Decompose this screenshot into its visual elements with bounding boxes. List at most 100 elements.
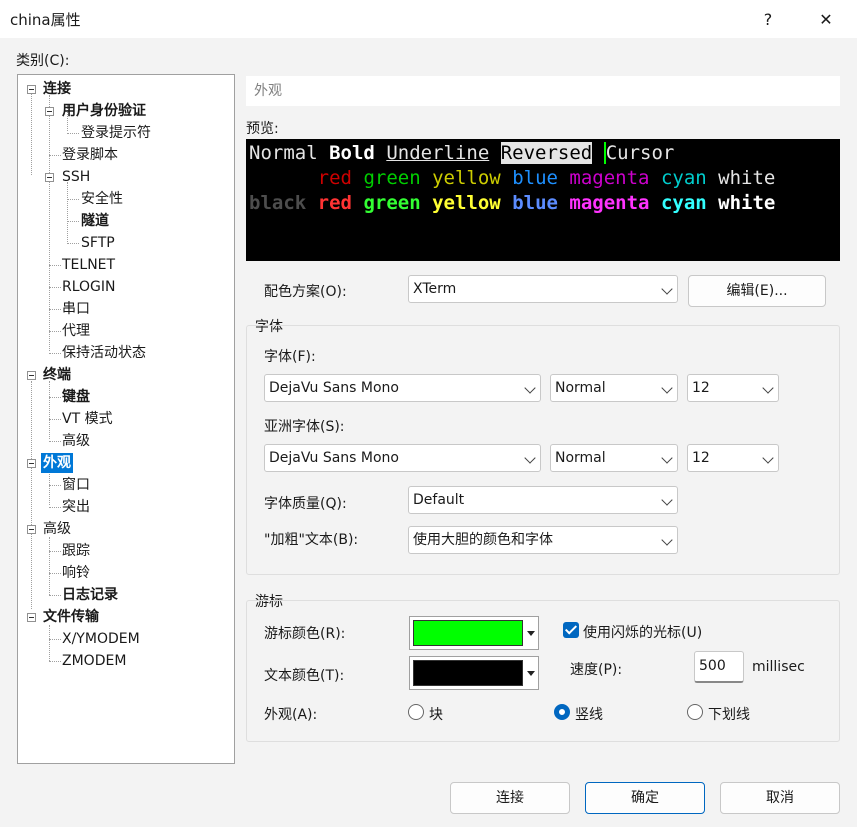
preview-line-styles: Normal Bold Underline Reversed Cursor bbox=[249, 141, 837, 166]
tree-item-highlight[interactable]: 突出 bbox=[62, 497, 90, 517]
cursor-color-picker[interactable] bbox=[409, 616, 539, 650]
tree-item-rlogin[interactable]: RLOGIN bbox=[62, 277, 116, 297]
asian-font-value: DejaVu Sans Mono bbox=[269, 450, 399, 466]
tree-item-login-script[interactable]: 登录脚本 bbox=[62, 145, 118, 165]
bold-text-value: 使用大胆的颜色和字体 bbox=[413, 532, 553, 548]
preview-bold: Bold bbox=[329, 142, 375, 164]
section-title: 外观 bbox=[246, 76, 840, 106]
collapse-icon[interactable] bbox=[27, 525, 36, 534]
category-tree[interactable]: 连接 用户身份验证 登录提示符 登录脚本 SSH 安全性 隧道 SFTP TEL… bbox=[17, 74, 235, 764]
edit-scheme-button[interactable]: 编辑(E)... bbox=[688, 275, 826, 307]
text-color-label: 文本颜色(T): bbox=[264, 668, 345, 684]
preview-color-green: green bbox=[363, 167, 421, 189]
asian-font-size-value: 12 bbox=[692, 450, 710, 466]
tree-item-bell[interactable]: 响铃 bbox=[62, 563, 90, 583]
font-label: 字体(F): bbox=[264, 349, 316, 365]
tree-item-connection[interactable]: 连接 bbox=[43, 79, 71, 99]
tree-item-keyboard[interactable]: 键盘 bbox=[62, 387, 90, 407]
asian-font-style-value: Normal bbox=[555, 450, 606, 466]
radio-underline-label: 下划线 bbox=[708, 707, 750, 723]
font-style-select[interactable]: Normal bbox=[550, 374, 678, 402]
preview-color-red: red bbox=[317, 167, 352, 189]
terminal-preview: Normal Bold Underline Reversed Cursor bl… bbox=[246, 139, 840, 261]
speed-input[interactable]: 500 bbox=[694, 651, 744, 683]
tree-item-terminal[interactable]: 终端 bbox=[43, 365, 71, 385]
color-scheme-select[interactable]: XTerm bbox=[408, 275, 678, 303]
ok-button[interactable]: 确定 bbox=[585, 782, 705, 814]
preview-cursor: Cursor bbox=[603, 142, 675, 164]
bold-text-select[interactable]: 使用大胆的颜色和字体 bbox=[408, 526, 678, 554]
text-color-picker[interactable] bbox=[409, 656, 539, 690]
tree-item-proxy[interactable]: 代理 bbox=[62, 321, 90, 341]
preview-underline: Underline bbox=[386, 142, 490, 164]
dropdown-arrow-icon bbox=[527, 631, 535, 636]
font-value: DejaVu Sans Mono bbox=[269, 380, 399, 396]
asian-font-style-select[interactable]: Normal bbox=[550, 444, 678, 472]
asian-font-size-select[interactable]: 12 bbox=[687, 444, 779, 472]
font-size-select[interactable]: 12 bbox=[687, 374, 779, 402]
tree-item-security[interactable]: 安全性 bbox=[81, 189, 123, 209]
preview-color-black: black bbox=[249, 167, 307, 189]
font-select[interactable]: DejaVu Sans Mono bbox=[264, 374, 541, 402]
color-scheme-label: 配色方案(O): bbox=[264, 284, 347, 300]
font-quality-value: Default bbox=[413, 492, 465, 508]
collapse-icon[interactable] bbox=[27, 613, 36, 622]
chevron-down-icon bbox=[524, 452, 536, 464]
radio-block-label: 块 bbox=[429, 707, 443, 723]
close-icon: ✕ bbox=[819, 9, 833, 29]
preview-line-bold-colors: black red green yellow blue magenta cyan… bbox=[249, 191, 837, 216]
text-color-swatch bbox=[413, 660, 523, 686]
font-size-value: 12 bbox=[692, 380, 710, 396]
preview-normal: Normal bbox=[249, 142, 318, 164]
window-title: china属性 bbox=[10, 11, 81, 29]
tree-item-auth[interactable]: 用户身份验证 bbox=[62, 101, 146, 121]
tree-item-sftp[interactable]: SFTP bbox=[81, 233, 115, 253]
chevron-down-icon bbox=[661, 452, 673, 464]
tree-item-serial[interactable]: 串口 bbox=[62, 299, 90, 319]
cancel-button[interactable]: 取消 bbox=[720, 782, 840, 814]
tree-item-login-prompt[interactable]: 登录提示符 bbox=[81, 123, 151, 143]
preview-bold-cyan: cyan bbox=[660, 192, 707, 214]
font-quality-select[interactable]: Default bbox=[408, 486, 678, 514]
collapse-icon[interactable] bbox=[27, 85, 36, 94]
tree-item-keepalive[interactable]: 保持活动状态 bbox=[62, 343, 146, 363]
tree-item-appearance[interactable]: 外观 bbox=[41, 453, 73, 473]
asian-font-select[interactable]: DejaVu Sans Mono bbox=[264, 444, 541, 472]
preview-bold-magenta: magenta bbox=[569, 192, 650, 214]
tree-item-zmodem[interactable]: ZMODEM bbox=[62, 651, 126, 671]
blink-checkbox[interactable] bbox=[563, 622, 579, 638]
tree-item-logging[interactable]: 日志记录 bbox=[62, 585, 118, 605]
tree-item-file-transfer[interactable]: 文件传输 bbox=[43, 607, 99, 627]
tree-item-xymodem[interactable]: X/YMODEM bbox=[62, 629, 140, 649]
tree-item-vt-mode[interactable]: VT 模式 bbox=[62, 409, 113, 429]
preview-bold-blue: blue bbox=[512, 192, 558, 214]
tree-item-window[interactable]: 窗口 bbox=[62, 475, 90, 495]
tree-item-advanced[interactable]: 高级 bbox=[43, 519, 71, 539]
preview-line-normal-colors: black red green yellow blue magenta cyan… bbox=[249, 166, 837, 191]
preview-label: 预览: bbox=[246, 121, 279, 137]
collapse-icon[interactable] bbox=[45, 173, 54, 182]
asian-font-label: 亚洲字体(S): bbox=[264, 419, 345, 435]
tree-item-tunnel[interactable]: 隧道 bbox=[81, 211, 109, 231]
collapse-icon[interactable] bbox=[27, 371, 36, 380]
connect-button[interactable]: 连接 bbox=[450, 782, 570, 814]
tree-item-telnet[interactable]: TELNET bbox=[62, 255, 115, 275]
chevron-down-icon bbox=[762, 452, 774, 464]
cursor-color-swatch bbox=[413, 620, 523, 646]
bold-text-label: "加粗"文本(B): bbox=[264, 532, 359, 548]
radio-vertical-bar[interactable] bbox=[554, 704, 570, 720]
cursor-appearance-label: 外观(A): bbox=[264, 707, 318, 723]
radio-block[interactable] bbox=[408, 704, 424, 720]
dropdown-arrow-icon bbox=[527, 671, 535, 676]
collapse-icon[interactable] bbox=[45, 107, 54, 116]
preview-color-cyan: cyan bbox=[660, 167, 707, 189]
category-label: 类别(C): bbox=[16, 53, 70, 69]
tree-item-trace[interactable]: 跟踪 bbox=[62, 541, 90, 561]
help-button[interactable]: ? bbox=[745, 0, 791, 38]
radio-underline[interactable] bbox=[687, 704, 703, 720]
collapse-icon[interactable] bbox=[27, 459, 36, 468]
close-button[interactable]: ✕ bbox=[803, 0, 849, 38]
tree-item-terminal-advanced[interactable]: 高级 bbox=[62, 431, 90, 451]
tree-item-ssh[interactable]: SSH bbox=[62, 167, 90, 187]
color-scheme-value: XTerm bbox=[413, 281, 457, 297]
